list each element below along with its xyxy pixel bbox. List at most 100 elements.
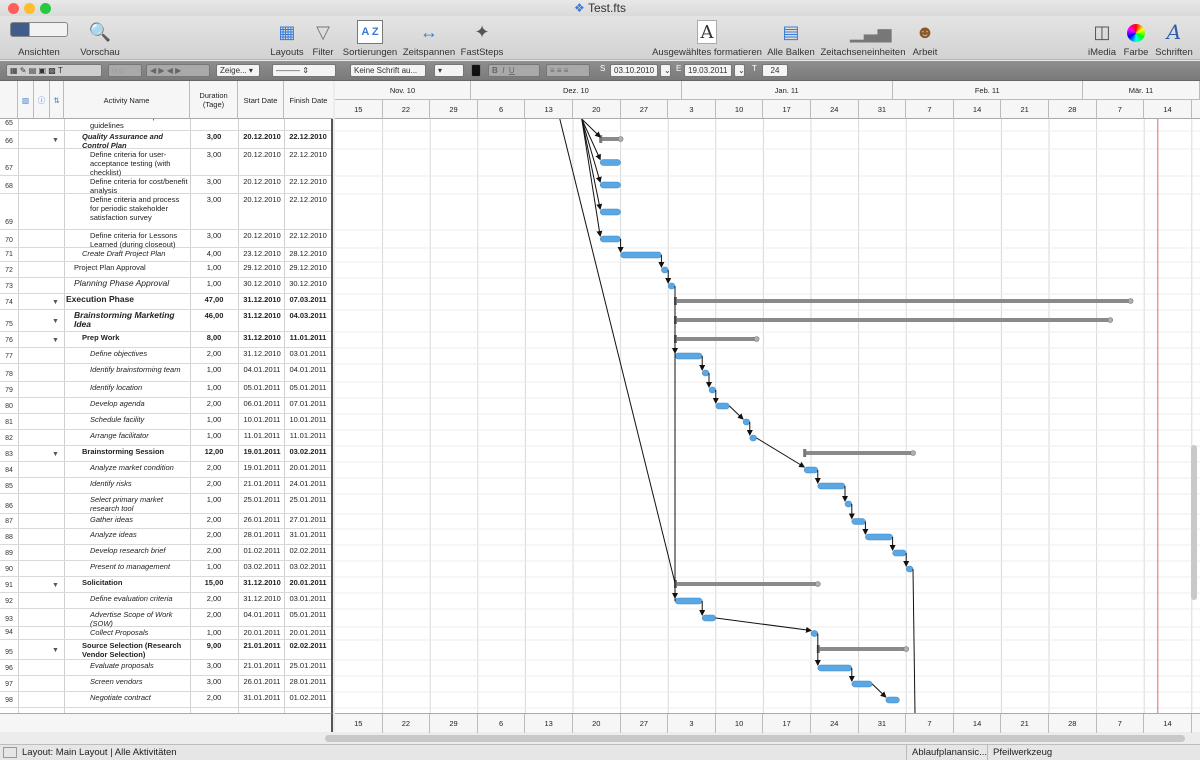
zoom-window-button[interactable] xyxy=(40,3,51,14)
table-row[interactable]: 72 Project Plan Approval 1,00 29.12.2010 29.… xyxy=(0,262,331,278)
format-selected-button[interactable]: A Ausgewähltes formatieren xyxy=(651,20,763,60)
line-style-select[interactable]: ——— ⇕ xyxy=(272,64,336,77)
table-row[interactable]: 83 Brainstorming Session 12,00 19.01.2011 03… xyxy=(0,446,331,462)
table-row[interactable]: 69 Define criteria and process for period… xyxy=(0,194,331,230)
task-bar[interactable] xyxy=(701,614,717,622)
task-bar[interactable] xyxy=(803,466,819,474)
minimize-window-button[interactable] xyxy=(24,3,35,14)
table-row[interactable]: 78 Identify brainstorming team 1,00 04.01.2… xyxy=(0,364,331,382)
task-bar[interactable] xyxy=(892,549,907,557)
task-bar[interactable] xyxy=(667,282,676,290)
disclosure-triangle-icon[interactable]: ▼ xyxy=(52,450,62,459)
navigation-arrows-group[interactable]: ◀ ▶ ◀ ▶ xyxy=(146,64,210,77)
color-button[interactable]: Farbe xyxy=(1121,20,1151,60)
activity-name-header[interactable]: Activity Name xyxy=(64,81,190,119)
table-row[interactable]: 76 Prep Work 8,00 31.12.2010 11.01.2011 ▼ xyxy=(0,332,331,348)
table-row[interactable]: 89 Develop research brief 2,00 01.02.2011 02… xyxy=(0,545,331,561)
task-bar[interactable] xyxy=(742,418,751,426)
task-bar[interactable] xyxy=(674,352,703,360)
preview-button[interactable]: 🔍 Vorschau xyxy=(76,20,124,60)
underline-toggle[interactable]: U xyxy=(509,66,515,75)
style-tools-group[interactable]: ▦ ✎ ▤ ▣ ▩ T xyxy=(6,64,102,77)
gantt-chart[interactable] xyxy=(335,119,1200,713)
table-row[interactable]: 75 Brainstorming Marketing Idea 46,00 31.12… xyxy=(0,310,331,332)
views-button[interactable]: Ansichten xyxy=(6,20,72,60)
summary-bar[interactable] xyxy=(675,582,818,586)
task-bar[interactable] xyxy=(599,159,621,166)
table-row[interactable]: 77 Define objectives 2,00 31.12.2010 03.01.2… xyxy=(0,348,331,364)
disclosure-triangle-icon[interactable]: ▼ xyxy=(52,581,62,590)
task-bar[interactable] xyxy=(810,630,819,637)
vertical-scrollbar[interactable] xyxy=(1191,445,1197,600)
task-bar[interactable] xyxy=(708,386,717,394)
fill-color-well[interactable]: ▾ xyxy=(434,64,464,77)
sortings-button[interactable]: A Z Sortierungen xyxy=(341,20,399,60)
task-bar[interactable] xyxy=(674,597,703,605)
start-date-header[interactable]: Start Date xyxy=(238,81,284,119)
table-row[interactable]: 94 Collect Proposals 1,00 20.01.2011 20.01.2… xyxy=(0,627,331,640)
outline-column-icon[interactable]: ⇅ xyxy=(50,81,64,119)
horizontal-scrollbar[interactable] xyxy=(325,735,1185,742)
table-row[interactable]: 87 Gather ideas 2,00 26.01.2011 27.01.2011 xyxy=(0,514,331,529)
table-row[interactable]: 81 Schedule facility 1,00 10.01.2011 10.01.2… xyxy=(0,414,331,430)
disclosure-triangle-icon[interactable]: ▼ xyxy=(52,298,62,307)
table-row[interactable]: 86 Select primary market research tool 1,0… xyxy=(0,494,331,514)
table-row[interactable]: 95 Source Selection (Research Vendor Sele… xyxy=(0,640,331,660)
work-button[interactable]: ☻ Arbeit xyxy=(909,20,941,60)
table-row[interactable]: 65 executive status report guidelines xyxy=(0,119,331,131)
task-bar[interactable] xyxy=(599,235,621,243)
fonts-button[interactable]: A Schriften xyxy=(1153,20,1195,60)
font-select[interactable]: Keine Schrift au... xyxy=(350,64,426,77)
task-bar[interactable] xyxy=(885,696,900,704)
task-bar[interactable] xyxy=(661,266,669,274)
summary-bar[interactable] xyxy=(675,318,1111,322)
link-tools-group[interactable]: ◌ ◌ xyxy=(108,64,142,77)
all-bars-button[interactable]: ▤ Alle Balken xyxy=(767,20,815,60)
text-color-well[interactable] xyxy=(471,64,481,77)
text-style-group[interactable]: B I U xyxy=(488,64,540,77)
table-row[interactable]: 70 Define criteria for Lessons Learned (d… xyxy=(0,230,331,249)
alignment-group[interactable]: ≡ ≡ ≡ xyxy=(546,64,590,77)
timespans-button[interactable]: ↔ Zeitspannen xyxy=(402,20,456,60)
summary-bar[interactable] xyxy=(804,451,913,455)
task-bar[interactable] xyxy=(844,500,853,508)
bold-toggle[interactable]: B xyxy=(492,66,498,75)
table-row[interactable]: 91 Solicitation 15,00 31.12.2010 20.01.2011 ▼ xyxy=(0,577,331,593)
table-row[interactable]: 93 Advertise Scope of Work (SOW) 2,00 04.01… xyxy=(0,609,331,628)
filter-button[interactable]: ▽ Filter xyxy=(309,20,337,60)
disclosure-triangle-icon[interactable]: ▼ xyxy=(52,646,62,655)
table-row[interactable]: 80 Develop agenda 2,00 06.01.2011 07.01.2011 xyxy=(0,398,331,414)
table-row[interactable]: 73 Planning Phase Approval 1,00 30.12.2010 3… xyxy=(0,278,331,294)
summary-bar[interactable] xyxy=(817,647,907,651)
time-units-button[interactable]: ▁▃▅ Zeitachseneinheiten xyxy=(819,20,907,60)
table-row[interactable]: 82 Arrange facilitator 1,00 11.01.2011 11.01… xyxy=(0,430,331,446)
attachment-column-icon[interactable]: ▧ xyxy=(18,81,34,119)
task-bar[interactable] xyxy=(817,664,853,672)
tool-status[interactable]: Pfeilwerkzeug xyxy=(987,745,1052,760)
task-bar[interactable] xyxy=(905,565,914,573)
task-bar[interactable] xyxy=(749,434,757,442)
info-column-icon[interactable]: ⓘ xyxy=(34,81,50,119)
table-row[interactable]: 74 Execution Phase 47,00 31.12.2010 07.03.20… xyxy=(0,294,331,310)
disclosure-triangle-icon[interactable]: ▼ xyxy=(52,136,62,145)
t-value-input[interactable]: 24 xyxy=(762,64,788,77)
faststeps-button[interactable]: ✦ FastSteps xyxy=(459,20,505,60)
table-row[interactable]: 68 Define criteria for cost/benefit analy… xyxy=(0,176,331,195)
end-date-input[interactable]: 19.03.2011 xyxy=(684,64,732,77)
task-bar[interactable] xyxy=(715,402,730,410)
disclosure-triangle-icon[interactable]: ▼ xyxy=(52,317,62,326)
table-row[interactable]: 88 Analyze ideas 2,00 28.01.2011 31.01.2011 xyxy=(0,529,331,545)
task-bar[interactable] xyxy=(599,181,621,189)
task-bar[interactable] xyxy=(599,208,621,216)
task-bar[interactable] xyxy=(865,533,893,541)
imedia-button[interactable]: ◫ iMedia xyxy=(1084,20,1120,60)
layouts-button[interactable]: ▦ Layouts xyxy=(268,20,306,60)
disclosure-triangle-icon[interactable]: ▼ xyxy=(52,336,62,345)
duration-header[interactable]: Duration (Tage) xyxy=(190,81,238,119)
italic-toggle[interactable]: I xyxy=(502,66,504,75)
task-bar[interactable] xyxy=(851,680,873,688)
table-row[interactable]: 66 Quality Assurance and Control Plan 3,00… xyxy=(0,131,331,150)
table-row[interactable]: 71 Create Draft Project Plan 4,00 23.12.201… xyxy=(0,248,331,262)
table-row[interactable]: 85 Identify risks 2,00 21.01.2011 24.01.2011 xyxy=(0,478,331,494)
start-date-input[interactable]: 03.10.2010 xyxy=(610,64,658,77)
